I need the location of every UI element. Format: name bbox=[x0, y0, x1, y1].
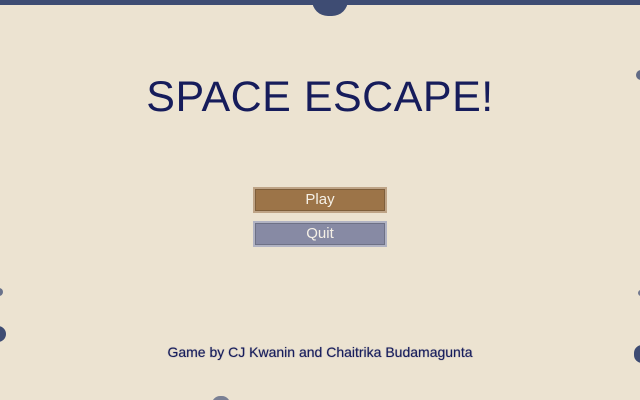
game-title: SPACE ESCAPE! bbox=[146, 73, 494, 121]
main-menu-screen: SPACE ESCAPE! Play Quit Game by CJ Kwani… bbox=[0, 0, 640, 400]
frame-edge-ornament bbox=[0, 288, 3, 296]
frame-edge-ornament bbox=[212, 396, 230, 400]
play-button[interactable]: Play bbox=[253, 187, 387, 213]
quit-button[interactable]: Quit bbox=[253, 221, 387, 247]
credits-text: Game by CJ Kwanin and Chaitrika Budamagu… bbox=[167, 344, 473, 360]
frame-edge-ornament bbox=[0, 326, 6, 342]
top-frame-ornament bbox=[312, 0, 348, 16]
